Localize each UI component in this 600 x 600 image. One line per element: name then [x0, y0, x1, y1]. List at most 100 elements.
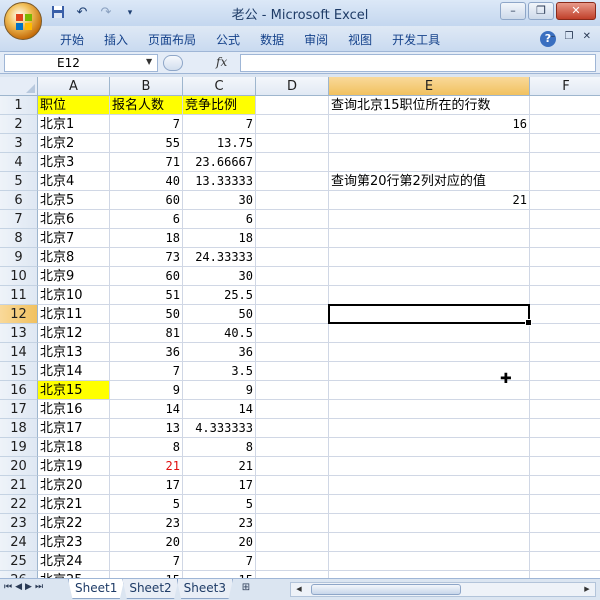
position-cell[interactable]: 北京17	[38, 419, 110, 438]
ratio-cell[interactable]: 36	[183, 343, 256, 362]
row-header[interactable]: 11	[0, 286, 38, 305]
scroll-left-icon[interactable]: ◀	[292, 584, 306, 595]
tab-view[interactable]: 视图	[338, 31, 382, 49]
table-header-cell[interactable]: 报名人数	[110, 96, 183, 115]
row-header[interactable]: 7	[0, 210, 38, 229]
cell[interactable]	[530, 248, 600, 267]
position-cell[interactable]: 北京11	[38, 305, 110, 324]
ratio-cell[interactable]: 3.5	[183, 362, 256, 381]
position-cell[interactable]: 北京3	[38, 153, 110, 172]
cell[interactable]	[256, 552, 329, 571]
scroll-right-icon[interactable]: ▶	[580, 584, 594, 595]
query1-label[interactable]: 查询北京15职位所在的行数	[329, 96, 530, 115]
applicants-cell[interactable]: 8	[110, 438, 183, 457]
cell[interactable]	[256, 571, 329, 578]
cell[interactable]	[530, 210, 600, 229]
cell[interactable]	[329, 343, 530, 362]
cell[interactable]	[329, 400, 530, 419]
cell[interactable]	[256, 495, 329, 514]
cell[interactable]	[329, 514, 530, 533]
cell[interactable]	[530, 571, 600, 578]
first-sheet-icon[interactable]: ⏮	[4, 582, 12, 592]
applicants-cell[interactable]: 36	[110, 343, 183, 362]
ratio-cell[interactable]: 4.333333	[183, 419, 256, 438]
position-cell[interactable]: 北京16	[38, 400, 110, 419]
tab-data[interactable]: 数据	[250, 31, 294, 49]
tab-home[interactable]: 开始	[50, 31, 94, 49]
cell[interactable]	[256, 514, 329, 533]
applicants-cell[interactable]: 51	[110, 286, 183, 305]
row-header[interactable]: 21	[0, 476, 38, 495]
position-cell[interactable]: 北京4	[38, 172, 110, 191]
row-header[interactable]: 5	[0, 172, 38, 191]
select-all-corner[interactable]	[0, 77, 38, 96]
horizontal-scrollbar[interactable]: ◀ ▶	[290, 582, 596, 597]
table-header-cell[interactable]: 职位	[38, 96, 110, 115]
applicants-cell[interactable]: 6	[110, 210, 183, 229]
position-cell[interactable]: 北京12	[38, 324, 110, 343]
cell[interactable]	[256, 362, 329, 381]
cell[interactable]	[530, 495, 600, 514]
ratio-cell[interactable]: 17	[183, 476, 256, 495]
row-header[interactable]: 20	[0, 457, 38, 476]
cell[interactable]	[329, 438, 530, 457]
row-header[interactable]: 12	[0, 305, 38, 324]
position-cell[interactable]: 北京2	[38, 134, 110, 153]
query2-label[interactable]: 查询第20行第2列对应的值	[329, 172, 530, 191]
cell[interactable]	[256, 457, 329, 476]
cell[interactable]	[256, 305, 329, 324]
row-header[interactable]: 18	[0, 419, 38, 438]
applicants-cell[interactable]: 17	[110, 476, 183, 495]
row-header[interactable]: 6	[0, 191, 38, 210]
cell[interactable]	[530, 362, 600, 381]
applicants-cell[interactable]: 13	[110, 419, 183, 438]
applicants-cell[interactable]: 14	[110, 400, 183, 419]
ratio-cell[interactable]: 30	[183, 191, 256, 210]
ratio-cell[interactable]: 9	[183, 381, 256, 400]
applicants-cell[interactable]: 40	[110, 172, 183, 191]
sheet-tab-sheet3[interactable]: Sheet3	[176, 579, 233, 599]
position-cell[interactable]: 北京25	[38, 571, 110, 578]
ratio-cell[interactable]: 40.5	[183, 324, 256, 343]
cell[interactable]	[329, 153, 530, 172]
last-sheet-icon[interactable]: ⏭	[35, 582, 43, 592]
row-header[interactable]: 16	[0, 381, 38, 400]
cell[interactable]	[256, 476, 329, 495]
sheet-tab-sheet1[interactable]: Sheet1	[68, 579, 125, 599]
cell[interactable]	[530, 552, 600, 571]
ratio-cell[interactable]: 14	[183, 400, 256, 419]
cell[interactable]	[530, 305, 600, 324]
position-cell[interactable]: 北京5	[38, 191, 110, 210]
cell[interactable]	[256, 324, 329, 343]
position-cell[interactable]: 北京23	[38, 533, 110, 552]
cell[interactable]	[256, 115, 329, 134]
tab-insert[interactable]: 插入	[94, 31, 138, 49]
ratio-cell[interactable]: 7	[183, 115, 256, 134]
cell[interactable]	[329, 229, 530, 248]
row-header[interactable]: 3	[0, 134, 38, 153]
cell[interactable]	[256, 191, 329, 210]
row-header[interactable]: 15	[0, 362, 38, 381]
row-header[interactable]: 26	[0, 571, 38, 578]
row-header[interactable]: 13	[0, 324, 38, 343]
cell[interactable]	[530, 172, 600, 191]
cell[interactable]	[329, 210, 530, 229]
cell[interactable]	[530, 419, 600, 438]
cell[interactable]	[329, 324, 530, 343]
cell[interactable]	[256, 172, 329, 191]
ratio-cell[interactable]: 21	[183, 457, 256, 476]
applicants-cell[interactable]: 20	[110, 533, 183, 552]
position-cell[interactable]: 北京19	[38, 457, 110, 476]
position-cell[interactable]: 北京24	[38, 552, 110, 571]
applicants-cell[interactable]: 50	[110, 305, 183, 324]
row-header[interactable]: 22	[0, 495, 38, 514]
cell[interactable]	[530, 457, 600, 476]
ratio-cell[interactable]: 24.33333	[183, 248, 256, 267]
column-header-b[interactable]: B	[110, 77, 183, 96]
row-header[interactable]: 1	[0, 96, 38, 115]
cell[interactable]	[256, 533, 329, 552]
cell[interactable]	[256, 400, 329, 419]
column-header-c[interactable]: C	[183, 77, 256, 96]
tab-page-layout[interactable]: 页面布局	[138, 31, 206, 49]
position-cell[interactable]: 北京9	[38, 267, 110, 286]
